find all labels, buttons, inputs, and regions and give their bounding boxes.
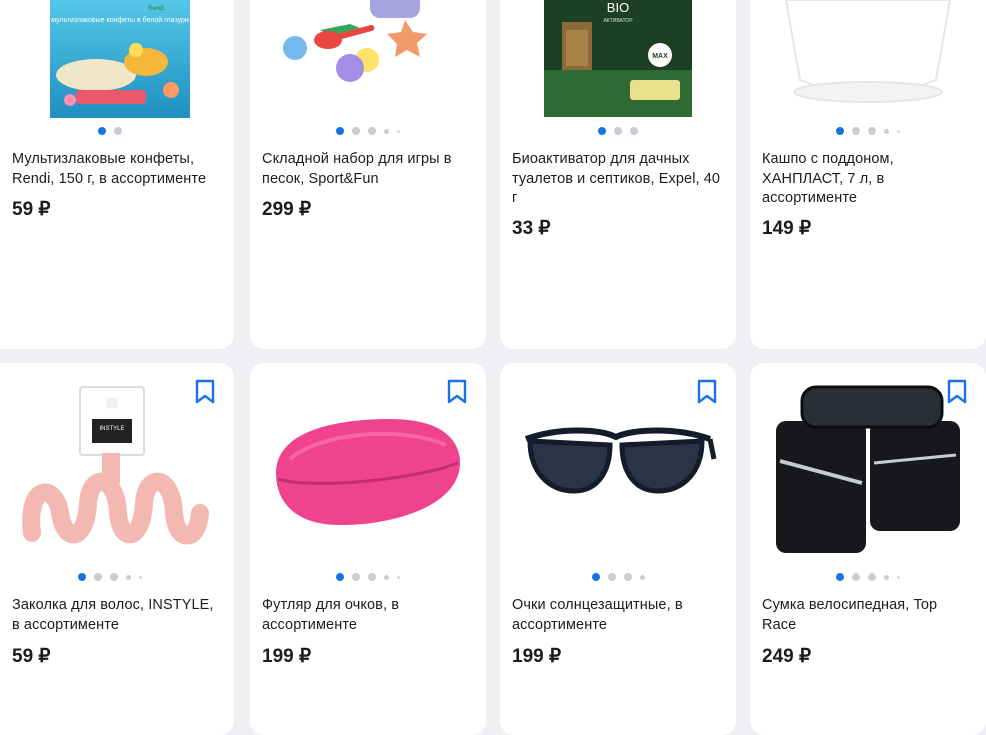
svg-text:АКТИВАТОР: АКТИВАТОР	[603, 18, 633, 24]
product-image[interactable]: мультизлаковые конфеты в белой глазури R…	[0, 0, 234, 125]
product-card[interactable]: Складной набор для игры в песок, Sport&F…	[250, 0, 486, 349]
candy-pack-text: мультизлаковые конфеты в белой глазури	[51, 16, 189, 24]
product-image[interactable]	[250, 0, 486, 125]
pager-dot[interactable]	[94, 573, 102, 581]
product-card[interactable]: мультизлаковые конфеты в белой глазури R…	[0, 0, 234, 349]
pager-dot[interactable]	[639, 574, 645, 580]
image-pager[interactable]	[750, 127, 986, 135]
image-pager[interactable]	[250, 573, 486, 581]
product-title[interactable]: Складной набор для игры в песок, Sport&F…	[262, 150, 472, 189]
pager-dot[interactable]	[623, 573, 632, 581]
pager-dot[interactable]	[852, 573, 860, 581]
product-image[interactable]: BIO АКТИВАТОР MAX	[500, 0, 736, 125]
image-pager[interactable]	[500, 127, 736, 135]
product-price: 199 ₽	[512, 646, 562, 667]
product-price: 59 ₽	[12, 199, 51, 220]
image-pager[interactable]	[0, 573, 234, 581]
pager-dot[interactable]	[384, 128, 389, 134]
product-title[interactable]: Мультизлаковые конфеты, Rendi, 150 г, в …	[12, 150, 220, 189]
bookmark-icon[interactable]	[696, 379, 718, 405]
product-card[interactable]: Очки солнцезащитные, в ассортименте 199 …	[500, 363, 736, 735]
image-pager[interactable]	[250, 127, 486, 135]
pager-dot[interactable]	[630, 127, 638, 135]
product-card[interactable]: Кашпо с поддоном, ХАНПЛАСТ, 7 л, в ассор…	[750, 0, 986, 349]
product-title[interactable]: Футляр для очков, в ассортименте	[262, 596, 472, 635]
product-card[interactable]: INSTYLE Заколка для волос, INSTYLE, в ас…	[0, 363, 234, 735]
product-card[interactable]: Футляр для очков, в ассортименте 199 ₽	[250, 363, 486, 735]
pager-dot[interactable]	[598, 127, 606, 135]
pager-dot[interactable]	[368, 573, 376, 581]
pager-dot[interactable]	[352, 573, 360, 581]
pager-dot[interactable]	[336, 573, 344, 581]
image-pager[interactable]	[0, 127, 234, 135]
pager-dot[interactable]	[384, 574, 389, 580]
product-title[interactable]: Заколка для волос, INSTYLE, в ассортимен…	[12, 596, 220, 635]
image-pager[interactable]	[750, 573, 986, 581]
pager-dot[interactable]	[397, 575, 400, 579]
svg-text:INSTYLE: INSTYLE	[99, 426, 124, 432]
product-price: 149 ₽	[762, 218, 812, 239]
pager-dot[interactable]	[852, 127, 860, 135]
product-image[interactable]	[750, 0, 986, 125]
bookmark-icon[interactable]	[946, 379, 968, 405]
svg-text:Rendi: Rendi	[148, 6, 164, 12]
image-pager[interactable]	[500, 573, 736, 581]
product-price: 299 ₽	[262, 199, 312, 220]
svg-text:BIO: BIO	[607, 0, 629, 15]
pager-dot[interactable]	[868, 127, 876, 135]
pager-dot[interactable]	[897, 129, 900, 133]
pager-dot[interactable]	[114, 127, 122, 135]
pager-dot[interactable]	[607, 573, 616, 581]
pager-dot[interactable]	[884, 128, 889, 134]
pager-dot[interactable]	[98, 127, 106, 135]
bookmark-icon[interactable]	[446, 379, 468, 405]
pager-dot[interactable]	[836, 573, 844, 581]
product-title[interactable]: Очки солнцезащитные, в ассортименте	[512, 596, 722, 635]
product-card[interactable]: BIO АКТИВАТОР MAX Биоактиватор для дачны…	[500, 0, 736, 349]
product-price: 59 ₽	[12, 646, 51, 667]
product-price: 33 ₽	[512, 218, 551, 239]
pager-dot[interactable]	[126, 574, 131, 580]
pager-dot[interactable]	[110, 573, 118, 581]
product-title[interactable]: Биоактиватор для дачных туалетов и септи…	[512, 150, 722, 209]
pager-dot[interactable]	[884, 574, 889, 580]
pager-dot[interactable]	[352, 127, 360, 135]
product-title[interactable]: Сумка велосипедная, Top Race	[762, 596, 972, 635]
pager-dot[interactable]	[78, 573, 86, 581]
product-title[interactable]: Кашпо с поддоном, ХАНПЛАСТ, 7 л, в ассор…	[762, 150, 972, 209]
product-card[interactable]: Сумка велосипедная, Top Race 249 ₽	[750, 363, 986, 735]
pager-dot[interactable]	[614, 127, 622, 135]
pager-dot[interactable]	[397, 129, 400, 133]
product-price: 249 ₽	[762, 646, 812, 667]
pager-dot[interactable]	[368, 127, 376, 135]
pager-dot[interactable]	[897, 575, 900, 579]
pager-dot[interactable]	[868, 573, 876, 581]
pager-dot[interactable]	[591, 573, 600, 581]
bookmark-icon[interactable]	[194, 379, 216, 405]
product-price: 199 ₽	[262, 646, 312, 667]
pager-dot[interactable]	[836, 127, 844, 135]
pager-dot[interactable]	[336, 127, 344, 135]
pager-dot[interactable]	[139, 575, 142, 579]
svg-text:MAX: MAX	[652, 53, 668, 60]
